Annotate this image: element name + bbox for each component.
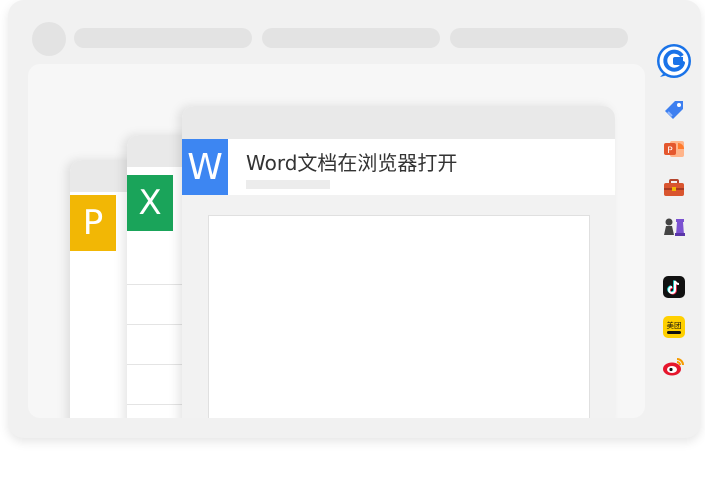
tab-placeholder-1[interactable] <box>74 28 252 48</box>
word-card-header <box>182 106 615 139</box>
sidebar-item-chess[interactable] <box>652 211 696 243</box>
sidebar-item-presentation-app[interactable]: P <box>652 133 696 165</box>
sidebar: P 美团 <box>652 40 696 400</box>
word-document-card[interactable]: W Word文档在浏览器打开 <box>182 106 615 418</box>
sidebar-item-weibo[interactable] <box>652 350 696 382</box>
sidebar-item-meituan[interactable]: 美团 <box>652 311 696 343</box>
excel-file-icon: X <box>127 175 173 231</box>
word-file-icon: W <box>182 139 228 195</box>
document-page[interactable] <box>208 215 590 418</box>
sidebar-item-price-tag[interactable] <box>652 94 696 126</box>
toolbar-avatar-placeholder[interactable] <box>32 22 66 56</box>
svg-text:P: P <box>667 146 673 156</box>
svg-text:美团: 美团 <box>667 320 682 330</box>
tab-placeholder-2[interactable] <box>262 28 440 48</box>
sidebar-item-browser-logo[interactable] <box>652 42 696 80</box>
sidebar-item-toolbox[interactable] <box>652 172 696 204</box>
document-title: Word文档在浏览器打开 <box>246 151 458 175</box>
sidebar-item-tiktok[interactable] <box>652 271 696 303</box>
browser-window: P X W Word文档在浏览器打开 P 美团 <box>8 0 701 438</box>
toolbox-icon <box>664 179 684 196</box>
ppt-file-icon: P <box>70 195 116 251</box>
tiktok-icon <box>663 276 685 298</box>
presentation-app-icon: P <box>664 141 684 157</box>
browser-content-area: P X W Word文档在浏览器打开 <box>28 64 645 418</box>
document-body-area <box>182 195 615 418</box>
chess-icon <box>664 218 685 236</box>
weibo-icon <box>663 358 684 376</box>
browser-toolbar <box>8 0 701 60</box>
document-subtitle-placeholder <box>246 180 330 189</box>
tab-placeholder-3[interactable] <box>450 28 628 48</box>
price-tag-icon <box>665 101 683 119</box>
meituan-icon: 美团 <box>663 316 685 338</box>
browser-logo-icon <box>657 44 691 78</box>
